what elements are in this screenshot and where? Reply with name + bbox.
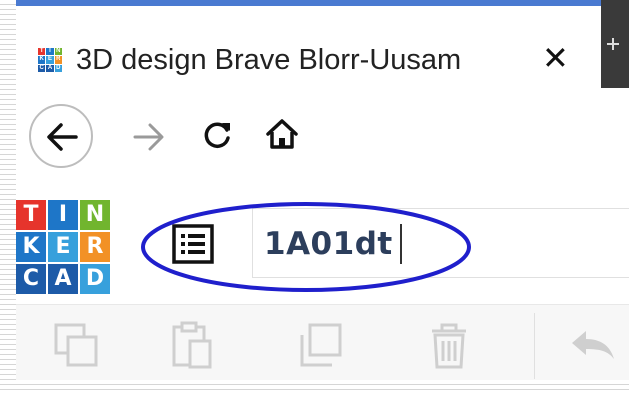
favicon-letter: N [54, 48, 62, 56]
browser-window: T I N K E R C A D 3D design Brave Blorr-… [16, 0, 629, 380]
logo-letter: R [80, 232, 110, 262]
edit-toolbar [16, 304, 629, 380]
favicon-letter: D [54, 64, 62, 72]
logo-letter: D [80, 264, 110, 294]
logo-letter: C [16, 264, 46, 294]
logo-letter: E [48, 232, 78, 262]
tinkercad-favicon-icon: T I N K E R C A D [38, 48, 62, 72]
logo-letter: T [16, 200, 46, 230]
home-icon[interactable] [264, 116, 300, 152]
back-arrow-icon [47, 123, 78, 151]
paste-icon[interactable] [168, 321, 218, 371]
back-button[interactable] [29, 104, 93, 168]
logo-letter: N [80, 200, 110, 230]
logo-letter: I [48, 200, 78, 230]
copy-icon[interactable] [52, 321, 102, 371]
plus-icon [607, 38, 619, 50]
tab-title-fade [471, 42, 521, 82]
navigation-bar [16, 88, 629, 186]
duplicate-icon[interactable] [296, 321, 346, 371]
delete-icon[interactable] [424, 321, 474, 371]
design-name-value[interactable]: 1A01dt [264, 226, 393, 262]
favicon-letter: A [46, 64, 54, 72]
reload-icon[interactable] [200, 118, 234, 152]
forward-arrow-icon[interactable] [132, 120, 166, 154]
favicon-letter: C [38, 64, 46, 72]
tab-strip: T I N K E R C A D 3D design Brave Blorr-… [16, 0, 629, 88]
favicon-letter: E [46, 56, 54, 64]
slide-background-bottom [0, 380, 629, 394]
tab-title: 3D design Brave Blorr-Uusam [76, 44, 462, 76]
design-list-icon[interactable] [172, 224, 214, 264]
logo-letter: A [48, 264, 78, 294]
favicon-letter: I [46, 48, 54, 56]
slide-background-left [0, 0, 16, 394]
favicon-letter: K [38, 56, 46, 64]
favicon-letter: R [54, 56, 62, 64]
logo-letter: K [16, 232, 46, 262]
toolbar-divider [534, 313, 535, 379]
favicon-letter: T [38, 48, 46, 56]
tinkercad-header: T I N K E R C A D 1A01dt [16, 186, 629, 304]
browser-tab[interactable]: T I N K E R C A D 3D design Brave Blorr-… [16, 6, 601, 88]
tab-close-button[interactable]: ✕ [542, 42, 569, 74]
tinkercad-logo[interactable]: T I N K E R C A D [16, 200, 112, 296]
text-caret [400, 224, 402, 264]
new-tab-button[interactable] [601, 0, 629, 88]
undo-icon[interactable] [568, 321, 618, 371]
